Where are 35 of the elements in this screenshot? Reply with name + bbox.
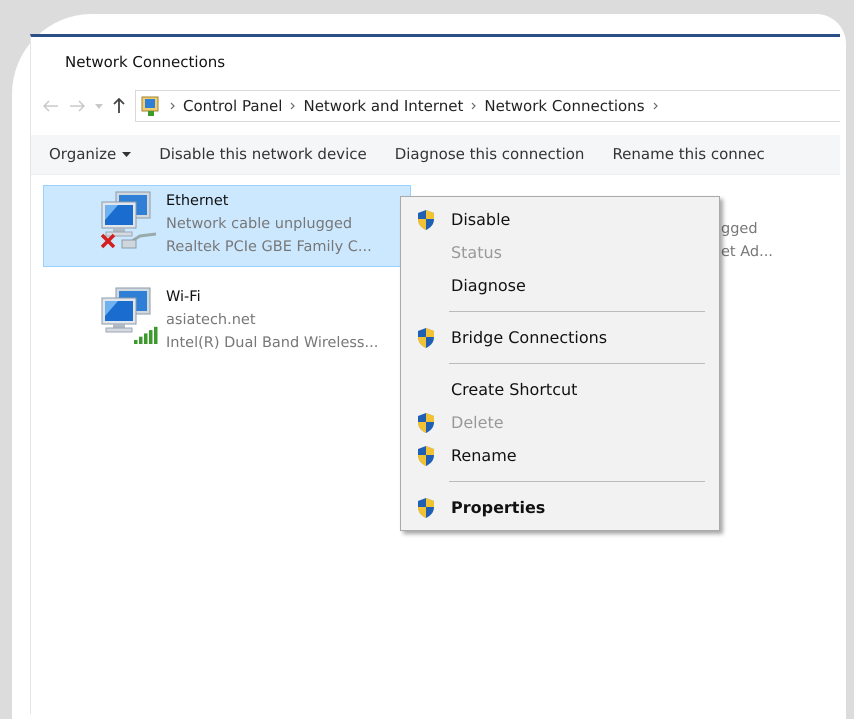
shield-icon	[416, 208, 436, 230]
breadcrumb-item[interactable]: Control Panel	[183, 94, 282, 118]
chevron-icon	[170, 102, 175, 110]
connection-device: Intel(R) Dual Band Wireless...	[166, 334, 378, 353]
menu-item[interactable]: Properties	[401, 491, 719, 524]
menu-item[interactable]: Create Shortcut	[401, 373, 719, 406]
breadcrumb-item[interactable]: Network and Internet	[303, 94, 464, 118]
caret-icon	[122, 152, 132, 157]
shield-icon	[416, 444, 436, 466]
connection-item[interactable]: Ethernet Network cable unplugged Realtek PCIe GBE Family C...	[43, 185, 411, 267]
connection-status: gged	[721, 220, 759, 239]
chevron-icon	[290, 102, 296, 110]
chevron-icon	[471, 102, 476, 110]
window-title: Network Connections	[65, 52, 226, 73]
toolbar-button[interactable]: Organize	[49, 143, 132, 166]
chevron-icon	[652, 102, 658, 110]
forward-arrow-icon[interactable]	[69, 100, 85, 112]
breadcrumb-item[interactable]: Network Connections	[484, 94, 645, 118]
shield-icon	[416, 326, 436, 348]
shield-icon	[416, 496, 436, 518]
connection-status: Network cable unplugged	[166, 215, 354, 234]
connection-name: Ethernet	[166, 192, 230, 211]
address-bar[interactable]: Control Panel Network and Internet Network Connections	[135, 90, 840, 122]
toolbar-button[interactable]: Rename this connec	[612, 143, 765, 166]
up-arrow-icon[interactable]	[113, 98, 125, 114]
menu-item[interactable]: Rename	[401, 439, 719, 472]
toolbar-button[interactable]: Diagnose this connection	[394, 143, 584, 166]
back-arrow-icon[interactable]	[43, 100, 59, 112]
toolbar-button[interactable]: Disable this network device	[159, 143, 367, 166]
connection-status: asiatech.net	[166, 311, 257, 330]
connection-name: Wi-Fi	[166, 288, 202, 307]
connection-device: Realtek PCIe GBE Family C...	[166, 238, 372, 257]
caret-icon[interactable]	[95, 104, 103, 108]
shield-icon	[416, 412, 436, 434]
connection-device: et Ad...	[721, 243, 773, 262]
